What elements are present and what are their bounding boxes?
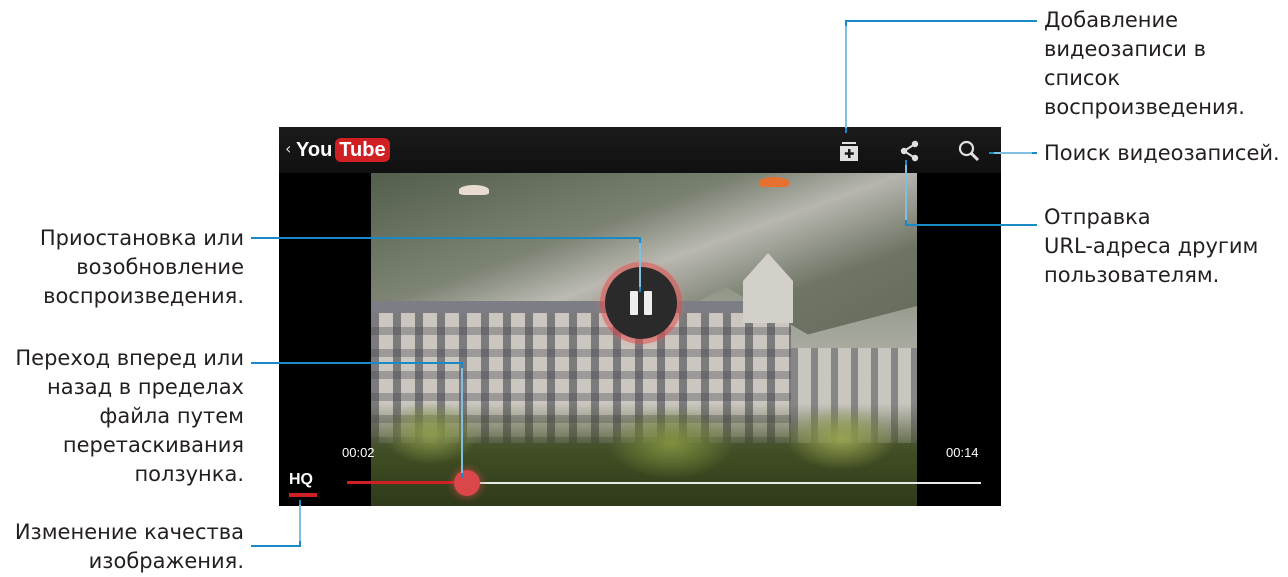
time-total: 00:14 — [946, 445, 979, 460]
time-elapsed: 00:02 — [342, 445, 375, 460]
search-button[interactable] — [955, 137, 983, 165]
quality-button[interactable]: HQ — [289, 471, 313, 489]
video-trees — [371, 403, 917, 506]
video-player-screen: ‹ You Tube 00:02 00:14 HQ — [279, 127, 1001, 506]
video-frame[interactable] — [371, 173, 917, 506]
callout-quality: Изменение качества изображения. — [14, 520, 244, 573]
callout-search: Поиск видеозаписей. — [1044, 141, 1280, 165]
pause-icon-bar — [644, 291, 652, 315]
paraglider-left — [459, 185, 489, 195]
add-to-playlist-icon — [840, 142, 858, 161]
youtube-logo-tube: Tube — [335, 138, 390, 162]
callout-seek: Переход вперед или назад в пределах файл… — [15, 346, 244, 486]
add-to-playlist-button[interactable] — [835, 137, 863, 165]
action-bar: ‹ You Tube — [279, 127, 1001, 173]
youtube-logo-you: You — [296, 138, 333, 161]
share-icon — [900, 140, 919, 162]
quality-indicator — [289, 493, 317, 497]
youtube-logo[interactable]: You Tube — [296, 137, 390, 163]
seek-bar-played — [347, 481, 468, 484]
chevron-left-icon[interactable]: ‹ — [285, 139, 291, 158]
paraglider-right — [759, 177, 789, 187]
share-button[interactable] — [895, 137, 923, 165]
search-icon — [958, 140, 980, 162]
pause-button[interactable] — [605, 267, 677, 339]
callout-add-to-playlist: Добавление видеозаписи в список воспроиз… — [1044, 8, 1245, 119]
callout-pause: Приостановка или возобновление воспроизв… — [39, 226, 244, 308]
callout-share: Отправка URL-адреса другим пользователям… — [1044, 205, 1259, 287]
pause-icon — [630, 291, 638, 315]
